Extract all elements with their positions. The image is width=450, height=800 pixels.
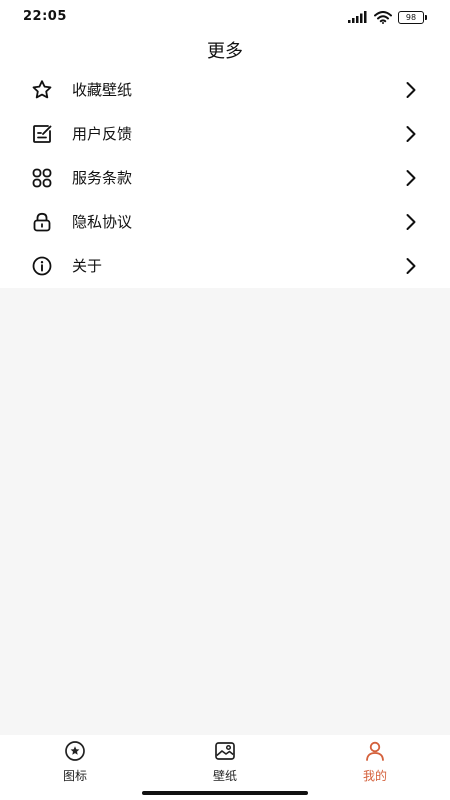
person-icon [366,741,384,761]
chevron-right-icon [406,170,416,186]
battery-indicator: 98 [398,10,427,24]
menu-item-label: 服务条款 [72,169,133,187]
tab-icons[interactable]: 图标 [30,738,120,788]
tab-label: 图标 [62,769,87,783]
tab-label: 壁纸 [212,769,237,783]
menu-item-label: 收藏壁纸 [72,81,133,99]
chevron-right-icon [406,258,416,274]
menu-item-privacy-policy[interactable]: 隐私协议 [0,200,450,244]
star-icon [32,80,52,99]
content-area [0,288,450,735]
wallpaper-icon [215,742,235,760]
menu-item-about[interactable]: 关于 [0,244,450,288]
tab-wallpapers[interactable]: 壁纸 [180,738,270,788]
status-bar: 22:05 98 [0,0,450,34]
page-title: 更多 [207,41,243,62]
feedback-icon [33,125,52,143]
chevron-right-icon [406,214,416,230]
menu-item-label: 关于 [72,257,103,275]
lock-icon [33,212,51,232]
home-indicator[interactable] [142,791,308,795]
status-time: 22:05 [23,9,67,24]
chevron-right-icon [406,126,416,142]
menu-item-favorite-wallpapers[interactable]: 收藏壁纸 [0,68,450,112]
chevron-right-icon [406,82,416,98]
icon-badge-icon [65,741,85,761]
status-icons: 98 [348,9,427,25]
wifi-icon [374,10,392,24]
menu-item-label: 用户反馈 [72,125,133,143]
grid-icon [32,168,52,188]
menu-item-user-feedback[interactable]: 用户反馈 [0,112,450,156]
menu-item-label: 隐私协议 [72,213,133,231]
tab-label: 我的 [362,769,387,783]
info-icon [32,256,52,276]
tab-mine[interactable]: 我的 [330,738,420,788]
page-header: 更多 [0,34,450,68]
menu-list: 收藏壁纸 用户反馈 服务条款 隐私协议 关于 [0,68,450,288]
menu-item-terms-of-service[interactable]: 服务条款 [0,156,450,200]
signal-bars-icon [348,11,367,23]
